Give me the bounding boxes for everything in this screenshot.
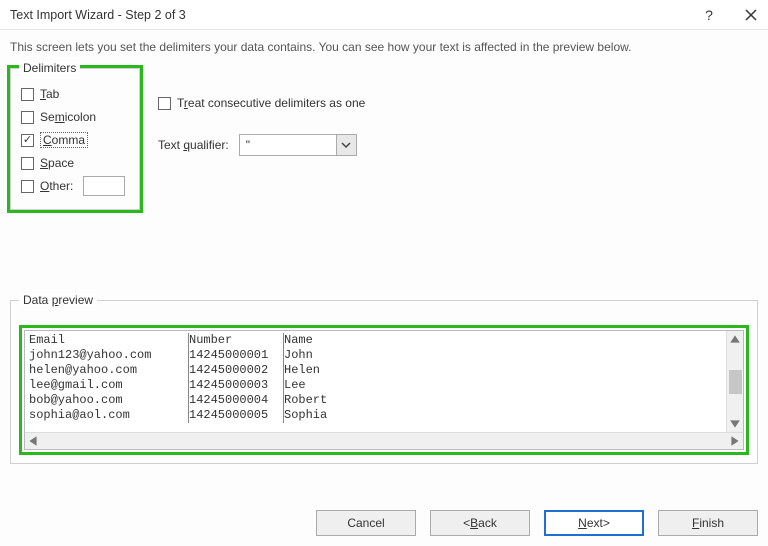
scroll-left-icon <box>27 435 39 447</box>
checkbox-box <box>21 180 34 193</box>
help-button[interactable]: ? <box>700 6 718 24</box>
table-row: john123@yahoo.com14245000001John <box>29 348 722 363</box>
scroll-up-icon <box>729 333 741 345</box>
checkbox-box <box>21 157 34 170</box>
back-button[interactable]: < Back <box>430 510 530 536</box>
checkbox-space[interactable]: Space <box>21 153 129 173</box>
chevron-down-icon <box>341 140 351 150</box>
checkbox-treat-consecutive[interactable]: Treat consecutive delimiters as one <box>158 93 365 113</box>
checkbox-semicolon[interactable]: Semicolon <box>21 107 129 127</box>
table-row: bob@yahoo.com14245000004Robert <box>29 393 722 408</box>
checkbox-other[interactable]: Other: <box>21 176 129 196</box>
dialog-buttons: Cancel < Back Next > Finish <box>316 510 758 536</box>
delimiters-group: Delimiters Tab Semicolon Comma Space Oth… <box>10 68 140 210</box>
text-qualifier-label: Text qualifier: <box>158 138 229 152</box>
text-qualifier-value: " <box>240 138 336 152</box>
scroll-down-icon <box>729 418 741 430</box>
checkbox-box <box>21 134 34 147</box>
finish-button[interactable]: Finish <box>658 510 758 536</box>
other-delimiter-input[interactable] <box>83 176 125 196</box>
checkbox-comma[interactable]: Comma <box>21 130 129 150</box>
preview-grid: EmailNumberNamejohn123@yahoo.com14245000… <box>25 331 726 432</box>
table-row: sophia@aol.com14245000005Sophia <box>29 408 722 423</box>
window-title: Text Import Wizard - Step 2 of 3 <box>10 8 700 22</box>
table-row: EmailNumberName <box>29 333 722 348</box>
close-button[interactable] <box>742 6 760 24</box>
titlebar: Text Import Wizard - Step 2 of 3 ? <box>0 0 768 30</box>
text-qualifier-select[interactable]: " <box>239 134 357 156</box>
table-row: helen@yahoo.com14245000002Helen <box>29 363 722 378</box>
data-preview-legend: Data preview <box>19 293 97 307</box>
data-preview-group: Data preview EmailNumberNamejohn123@yaho… <box>10 300 758 464</box>
scroll-right-icon <box>729 435 741 447</box>
delimiters-legend: Delimiters <box>19 61 80 75</box>
dropdown-button[interactable] <box>336 135 356 155</box>
cancel-button[interactable]: Cancel <box>316 510 416 536</box>
checkbox-tab[interactable]: Tab <box>21 84 129 104</box>
scrollbar-thumb[interactable] <box>729 370 742 394</box>
checkbox-box <box>21 88 34 101</box>
table-row: lee@gmail.com14245000003Lee <box>29 378 722 393</box>
next-button[interactable]: Next > <box>544 510 644 536</box>
checkbox-box <box>158 97 171 110</box>
close-icon <box>745 9 757 21</box>
horizontal-scrollbar[interactable] <box>25 432 743 449</box>
vertical-scrollbar[interactable] <box>726 331 743 432</box>
checkbox-box <box>21 111 34 124</box>
instruction-text: This screen lets you set the delimiters … <box>0 30 768 68</box>
